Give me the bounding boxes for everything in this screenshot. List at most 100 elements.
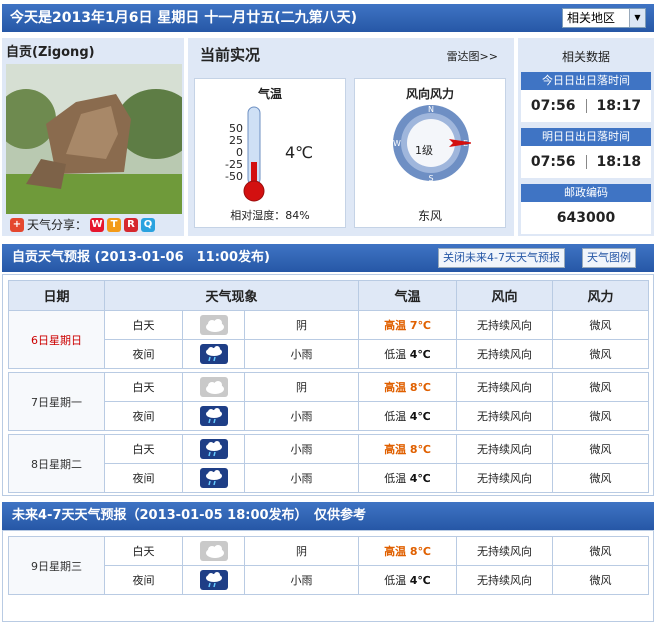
compass-w: W [393, 139, 401, 148]
wind-force-cell: 微风 [552, 463, 649, 493]
radar-link[interactable]: 雷达图>> [447, 48, 498, 64]
table-row: 8日星期二 白天 小雨 高温 8℃ 无持续风向 微风 [8, 434, 649, 493]
col-wind-force: 风力 [552, 280, 649, 311]
weather-icon-cell [182, 536, 245, 566]
temp-value: 4℃ [409, 410, 431, 423]
temp-label: 低温 [384, 574, 407, 587]
forecast-title: 自贡天气预报 (2013-01-06 11:00发布) [12, 250, 270, 265]
weather-text: 小雨 [244, 339, 359, 369]
wind-box: 风向风力 N S W E 1级 东风 [354, 78, 506, 228]
postal-label: 邮政编码 [521, 184, 651, 202]
wind-force-cell: 微风 [552, 565, 649, 595]
temp-label: 高温 [384, 443, 407, 456]
temp-label: 低温 [384, 348, 407, 361]
region-select[interactable]: 相关地区 ▼ [562, 8, 646, 28]
temp-cell: 高温 7℃ [358, 310, 457, 340]
light-rain-icon [199, 344, 228, 364]
weather-text: 阴 [244, 310, 359, 340]
table-row: 7日星期一 白天阴高温 8℃ 无持续风向 微风 [8, 372, 649, 431]
temp-value: 4℃ [409, 574, 431, 587]
qzone-icon[interactable]: Q [141, 218, 156, 232]
close-future-forecast-button[interactable]: 关闭未来4-7天天气预报 [438, 248, 565, 268]
today-sunset: 18:17 [596, 98, 642, 114]
share-bar: + 天气分享： W T R Q [10, 216, 156, 234]
today-sunrise: 07:56 [530, 98, 576, 114]
share-label: 天气分享： [27, 218, 88, 232]
temp-value: 8℃ [409, 381, 431, 394]
temp-label: 高温 [384, 381, 407, 394]
region-select-value: 相关地区 [567, 11, 616, 25]
col-date: 日期 [8, 280, 105, 311]
weibo-icon[interactable]: W [90, 218, 105, 232]
tomorrow-sunset: 18:18 [596, 154, 642, 170]
wind-dir-cell: 无持续风向 [456, 310, 553, 340]
period: 夜间 [104, 339, 183, 369]
weather-icon-cell [182, 339, 245, 369]
city-photo [6, 64, 182, 214]
chevron-down-icon[interactable]: ▼ [629, 9, 645, 27]
temp-cell: 低温 4℃ [358, 401, 457, 431]
temp-label: 高温 [384, 319, 407, 332]
compass-s: S [428, 174, 433, 183]
wind-dir-cell: 无持续风向 [456, 463, 553, 493]
temp-label: 低温 [384, 472, 407, 485]
weather-text: 阴 [244, 536, 359, 566]
date-title: 今天是2013年1月6日 星期日 十一月廿五(二九第八天) [10, 10, 357, 26]
tomorrow-sunrise: 07:56 [530, 154, 576, 170]
current-temperature: 4℃ [285, 143, 314, 162]
temp-label: 低温 [384, 410, 407, 423]
temp-cell: 低温 4℃ [358, 339, 457, 369]
cloudy-icon [199, 541, 228, 561]
temp-value: 4℃ [409, 472, 431, 485]
plus-icon[interactable]: + [10, 218, 24, 232]
forecast-table-header: 日期 天气现象 气温 风向 风力 [8, 280, 649, 311]
day-date: 7日星期一 [8, 372, 105, 431]
future-forecast-header: 未来4-7天天气预报（2013-01-05 18:00发布） 仅供参考 [2, 502, 654, 530]
table-row: 夜间 小雨 低温 4℃ 无持续风向 微风 [9, 401, 649, 431]
weather-legend-button[interactable]: 天气图例 [582, 248, 636, 268]
day-date: 9日星期三 [8, 536, 105, 595]
today-sun-label: 今日日出日落时间 [521, 72, 651, 90]
weather-text: 阴 [244, 372, 359, 402]
temp-label: 高温 [384, 545, 407, 558]
forecast-table: 日期 天气现象 气温 风向 风力 6日星期日 白天阴高温 7℃ 无持续风向 微风 夜间小… [8, 280, 649, 493]
wind-box-title: 风向风力 [405, 87, 454, 101]
tencent-weibo-icon[interactable]: T [107, 218, 122, 232]
humidity: 相对湿度：84% [230, 209, 310, 222]
temp-cell: 低温 4℃ [358, 565, 457, 595]
period: 白天 [104, 310, 183, 340]
day-date: 6日星期日 [8, 310, 105, 369]
wind-force-cell: 微风 [552, 401, 649, 431]
wind-dir-cell: 无持续风向 [456, 339, 553, 369]
weather-text: 小雨 [244, 463, 359, 493]
wind-dir-cell: 无持续风向 [456, 372, 553, 402]
weather-icon-cell [182, 401, 245, 431]
weather-icon-cell [182, 310, 245, 340]
tomorrow-sun-label: 明日日出日落时间 [521, 128, 651, 146]
wind-force-cell: 微风 [552, 372, 649, 402]
tomorrow-sun-times: 07:56 18:18 [521, 146, 651, 178]
future-forecast-title: 未来4-7天天气预报（2013-01-05 18:00发布） 仅供参考 [12, 508, 367, 523]
light-rain-icon [199, 570, 228, 590]
temperature-box-title: 气温 [257, 87, 282, 101]
table-row: 6日星期日 白天 阴高温 7℃ 无持续风向 微风 [8, 310, 649, 369]
related-panel: 相关数据 今日日出日落时间 07:56 18:17 明日日出日落时间 07:56 1… [518, 38, 654, 236]
weather-icon-cell [182, 463, 245, 493]
related-title: 相关数据 [561, 50, 610, 64]
weather-icon-cell [182, 565, 245, 595]
temp-cell: 高温 8℃ [358, 372, 457, 402]
light-rain-icon [199, 406, 228, 426]
col-temp: 气温 [358, 280, 457, 311]
weather-text: 小雨 [244, 565, 359, 595]
wind-force-cell: 微风 [552, 339, 649, 369]
period: 夜间 [104, 565, 183, 595]
period: 白天 [104, 536, 183, 566]
cloudy-icon [199, 377, 228, 397]
col-wind-dir: 风向 [456, 280, 553, 311]
temp-value: 4℃ [409, 348, 431, 361]
table-row: 夜间 小雨 低温 4℃ 无持续风向 微风 [9, 339, 649, 369]
temp-cell: 低温 4℃ [358, 463, 457, 493]
temp-cell: 高温 8℃ [358, 536, 457, 566]
renren-icon[interactable]: R [124, 218, 139, 232]
col-weather: 天气现象 [104, 280, 359, 311]
